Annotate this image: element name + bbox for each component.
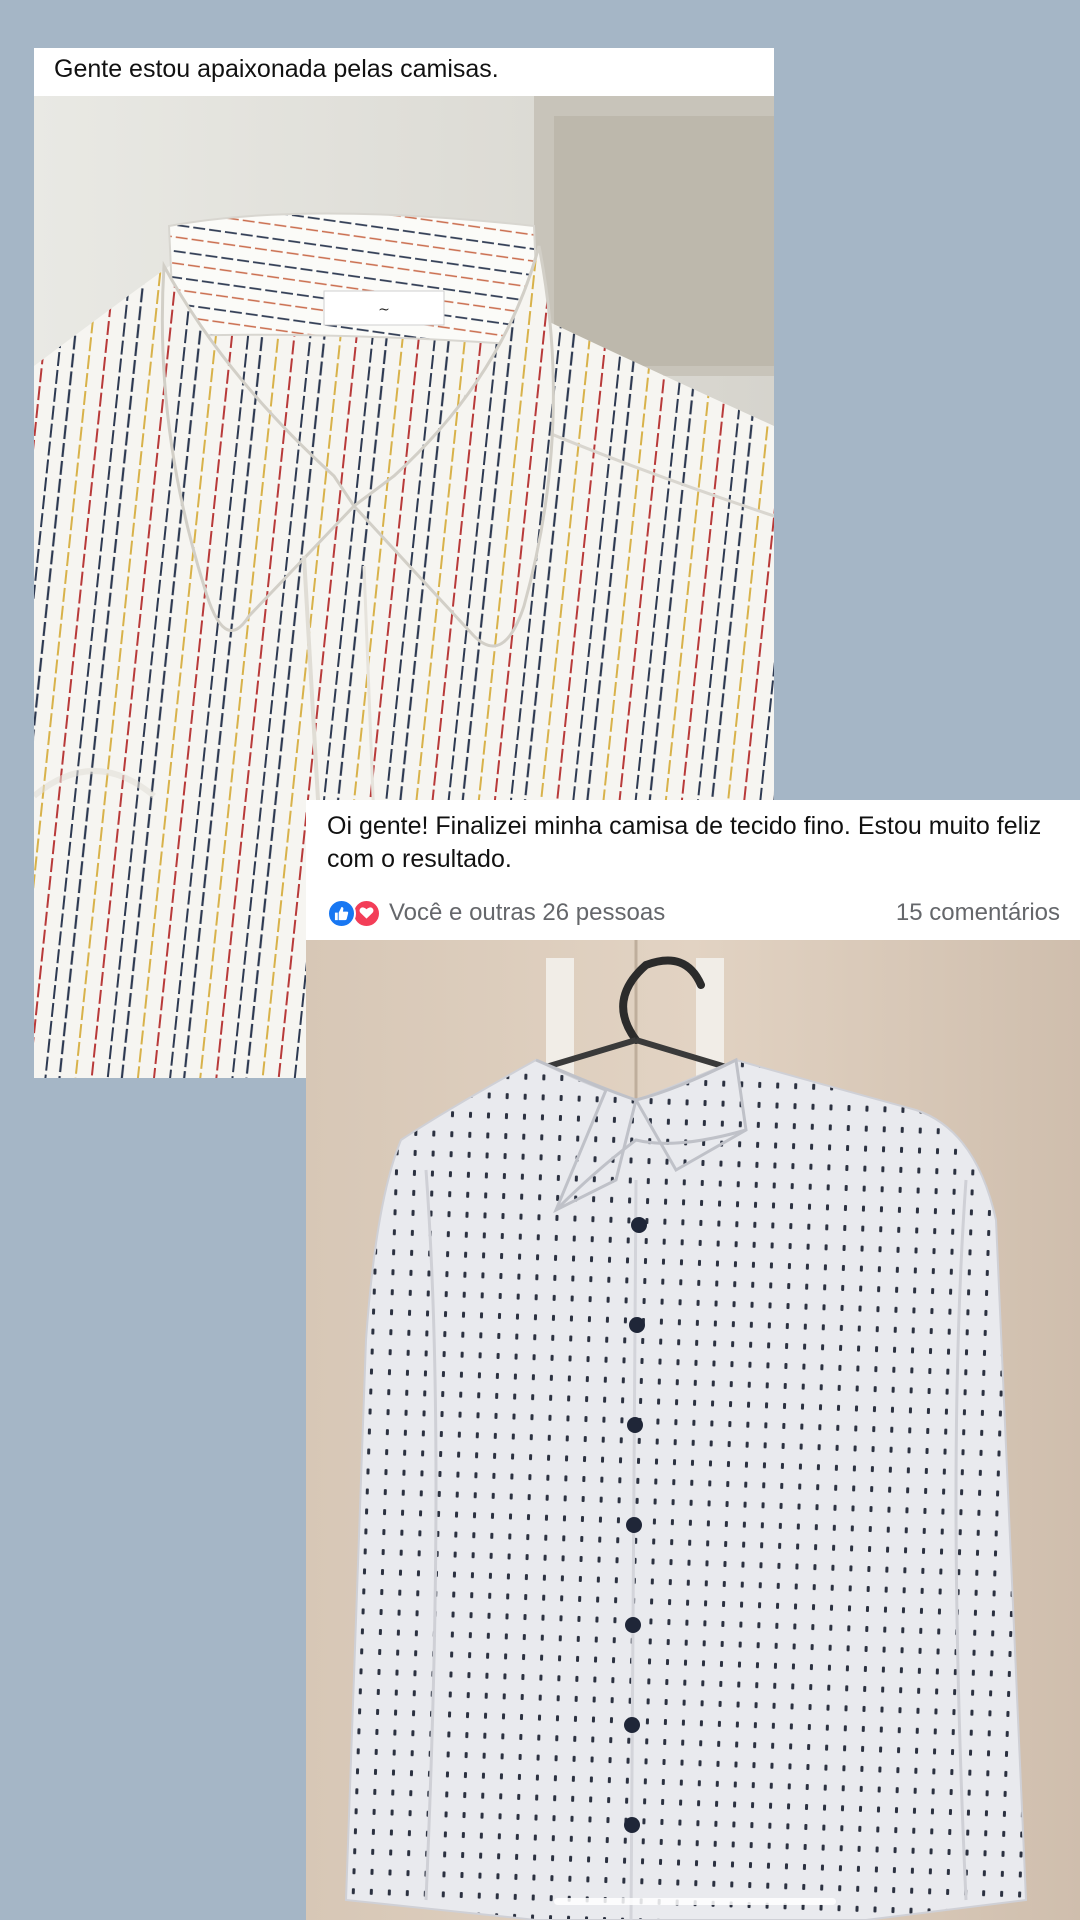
comments-count[interactable]: 15 comentários [896, 899, 1060, 927]
post-card-2: Oi gente! Finalizei minha camisa de teci… [306, 800, 1080, 1920]
post-2-photo[interactable] [306, 940, 1080, 1920]
love-icon [352, 898, 381, 928]
svg-text:~: ~ [378, 302, 390, 318]
post-2-caption: Oi gente! Finalizei minha camisa de teci… [327, 812, 1042, 873]
post-2-header: Oi gente! Finalizei minha camisa de teci… [306, 800, 1080, 940]
reaction-icons[interactable] [327, 898, 381, 928]
home-indicator[interactable] [554, 1898, 836, 1905]
polka-dot-shirt-photo-icon [306, 940, 1080, 1920]
reactors-text[interactable]: Você e outras 26 pessoas [389, 899, 896, 927]
like-icon [327, 898, 356, 928]
post-1-caption: Gente estou apaixonada pelas camisas. [34, 48, 774, 96]
reactions-row: Você e outras 26 pessoas 15 comentários [327, 896, 1060, 930]
